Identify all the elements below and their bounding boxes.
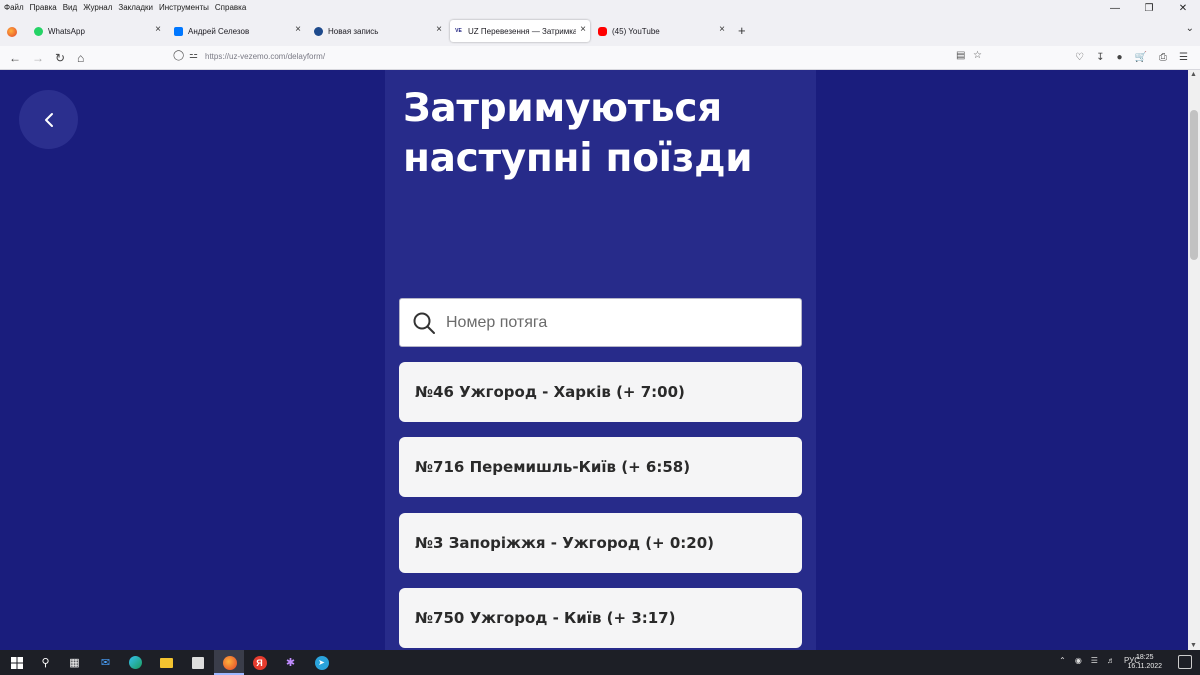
network-icon[interactable]: ◉ <box>1075 656 1082 665</box>
file-explorer-icon[interactable] <box>158 654 175 671</box>
tab-vk[interactable]: Андрей Селезов × <box>170 20 305 42</box>
page-title: Затримуються наступні поїзди <box>403 86 753 181</box>
yandex-browser-icon[interactable]: Я <box>251 654 268 671</box>
back-arrow-icon[interactable]: ← <box>9 50 21 66</box>
page-content: Затримуються наступні поїзди №46 Ужгород… <box>0 70 1188 650</box>
chevron-left-icon <box>44 112 53 127</box>
back-button[interactable] <box>19 90 78 149</box>
vk-icon <box>174 26 183 36</box>
edge-icon[interactable] <box>127 654 144 671</box>
lock-icon[interactable]: ⚍ <box>189 50 198 61</box>
tab-whatsapp[interactable]: WhatsApp × <box>30 20 165 42</box>
new-tab-icon[interactable]: + <box>738 23 746 38</box>
windows-start-icon[interactable] <box>8 654 25 671</box>
clock[interactable]: 18:25 16.11.2022 <box>1127 653 1162 671</box>
train-search[interactable] <box>399 298 802 347</box>
menu-edit[interactable]: Правка <box>30 3 57 12</box>
tab-youtube[interactable]: (45) YouTube × <box>594 20 729 42</box>
task-view-icon[interactable]: ▦ <box>66 654 83 671</box>
tray-chevron-icon[interactable]: ⌃ <box>1059 656 1066 665</box>
cart-icon[interactable]: 🛒 <box>1135 50 1147 66</box>
close-tab-icon[interactable]: × <box>719 24 725 35</box>
firefox-view-icon[interactable] <box>7 27 17 37</box>
scroll-down-icon[interactable]: ▼ <box>1190 642 1197 649</box>
menu-bookmarks[interactable]: Закладки <box>118 3 153 12</box>
train-card[interactable]: №3 Запоріжжя - Ужгород (+ 0:20) <box>399 513 802 573</box>
close-tab-icon[interactable]: × <box>436 24 442 35</box>
search-taskbar-icon[interactable]: ⚲ <box>37 654 54 671</box>
home-icon[interactable]: ⌂ <box>77 50 84 66</box>
train-label: №716 Перемишль-Київ (+ 6:58) <box>415 458 691 476</box>
train-card[interactable]: №716 Перемишль-Київ (+ 6:58) <box>399 437 802 497</box>
train-label: №750 Ужгород - Київ (+ 3:17) <box>415 609 676 627</box>
scrollbar-thumb[interactable] <box>1190 110 1198 260</box>
firefox-icon[interactable] <box>221 654 238 671</box>
blog-icon <box>314 26 323 36</box>
train-card[interactable]: №750 Ужгород - Київ (+ 3:17) <box>399 588 802 648</box>
train-label: №3 Запоріжжя - Ужгород (+ 0:20) <box>415 534 715 552</box>
close-tab-icon[interactable]: × <box>155 24 161 35</box>
forward-arrow-icon[interactable]: → <box>32 50 44 66</box>
wifi-icon[interactable]: ☰ <box>1091 656 1098 665</box>
menu-file[interactable]: Файл <box>4 3 24 12</box>
clock-time: 18:25 <box>1135 654 1154 661</box>
tab-uz-delay[interactable]: VE UZ Перевезення — Затримка × <box>450 20 590 42</box>
telegram-icon[interactable]: ➤ <box>313 654 330 671</box>
menu-history[interactable]: Журнал <box>83 3 112 12</box>
menu-icon[interactable]: ☰ <box>1179 50 1188 66</box>
url-text[interactable]: https://uz-vezemo.com/delayform/ <box>205 52 325 61</box>
menu-tools[interactable]: Инструменты <box>159 3 209 12</box>
tab-label: Новая запись <box>328 26 379 36</box>
reload-icon[interactable]: ↻ <box>55 50 65 66</box>
delay-panel: Затримуються наступні поїзди №46 Ужгород… <box>385 70 816 650</box>
tab-label: WhatsApp <box>48 26 85 36</box>
tab-label: UZ Перевезення — Затримка <box>468 26 576 36</box>
menu-help[interactable]: Справка <box>215 3 246 12</box>
store-icon[interactable] <box>189 654 206 671</box>
paint-icon[interactable]: ✱ <box>282 654 299 671</box>
windows-taskbar: ⚲ ▦ ✉ Я ✱ ➤ ⌃ ◉ ☰ ♬ РУС 18:25 16.11.2022 <box>0 650 1200 675</box>
toolbar-icons: ♡ ↧ ● 🛒 ⎙ ☰ <box>1075 50 1188 66</box>
list-tabs-icon[interactable]: ⌄ <box>1186 23 1194 34</box>
notifications-icon[interactable] <box>1178 655 1192 669</box>
train-card[interactable]: №46 Ужгород - Харків (+ 7:00) <box>399 362 802 422</box>
scroll-up-icon[interactable]: ▲ <box>1190 71 1197 78</box>
shield-icon[interactable]: ◯ <box>173 50 184 61</box>
mail-icon[interactable]: ✉ <box>97 654 114 671</box>
menu-view[interactable]: Вид <box>63 3 77 12</box>
address-bar[interactable]: ◯ ⚍ https://uz-vezemo.com/delayform/ ▤ ☆ <box>168 48 988 67</box>
printer-icon[interactable]: ⎙ <box>1159 50 1167 66</box>
uz-logo-icon: VE <box>454 26 463 36</box>
volume-icon[interactable]: ♬ <box>1107 656 1115 665</box>
clock-date: 16.11.2022 <box>1127 663 1162 670</box>
bookmark-star-icon[interactable]: ☆ <box>973 50 982 61</box>
train-number-input[interactable] <box>446 309 786 337</box>
tab-bar: WhatsApp × Андрей Селезов × Новая запись… <box>0 14 1200 46</box>
extension-icon[interactable]: ● <box>1117 50 1123 66</box>
tab-label: (45) YouTube <box>612 26 660 36</box>
close-tab-icon[interactable]: × <box>295 24 301 35</box>
whatsapp-icon <box>34 26 43 36</box>
vertical-scrollbar[interactable]: ▲ ▼ <box>1188 70 1200 650</box>
tab-label: Андрей Селезов <box>188 26 250 36</box>
menu-bar: Файл Правка Вид Журнал Закладки Инструме… <box>0 0 1200 14</box>
tab-new-post[interactable]: Новая запись × <box>310 20 446 42</box>
train-label: №46 Ужгород - Харків (+ 7:00) <box>415 383 685 401</box>
pocket-icon[interactable]: ♡ <box>1075 50 1084 66</box>
download-icon[interactable]: ↧ <box>1096 50 1104 66</box>
close-tab-icon[interactable]: × <box>580 24 586 35</box>
navigation-bar: ← → ↻ ⌂ ◯ ⚍ https://uz-vezemo.com/delayf… <box>0 46 1200 70</box>
reader-view-icon[interactable]: ▤ <box>956 50 965 61</box>
search-icon <box>413 312 435 334</box>
youtube-icon <box>598 26 607 36</box>
